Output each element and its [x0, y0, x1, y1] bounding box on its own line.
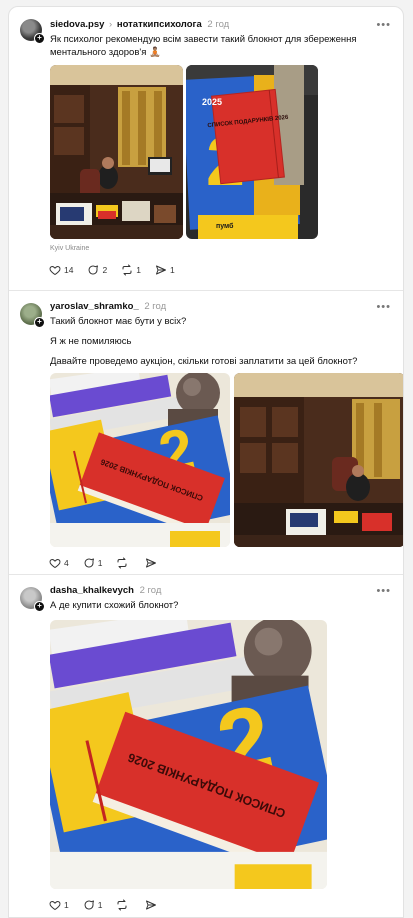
- chevron-right-icon: ›: [109, 19, 113, 30]
- office-desk-photo[interactable]: [234, 373, 403, 547]
- username[interactable]: siedova.psy: [50, 19, 104, 30]
- comment-icon: [89, 265, 99, 275]
- repost-button[interactable]: [116, 899, 131, 911]
- like-button[interactable]: 1: [49, 899, 69, 911]
- office-desk-illustration: [234, 373, 403, 547]
- plus-icon[interactable]: +: [34, 317, 45, 328]
- post-2: + yaroslav_shramko_ 2 год ••• Такий блок…: [9, 291, 403, 575]
- post-1: + siedova.psy › нотаткипсихолога 2 год •…: [9, 7, 403, 291]
- like-button[interactable]: 4: [49, 557, 69, 569]
- repost-count: 1: [136, 265, 141, 275]
- avatar[interactable]: +: [20, 303, 45, 328]
- red-notebook-closeup[interactable]: 2 СПИСОК ПОДАРУНКІВ 2026: [50, 620, 327, 889]
- share-button[interactable]: 1: [155, 264, 175, 276]
- share-button[interactable]: [145, 557, 160, 569]
- like-count: 1: [64, 900, 69, 910]
- like-count: 14: [64, 265, 74, 275]
- username[interactable]: yaroslav_shramko_: [50, 301, 139, 312]
- repost-icon: [122, 264, 132, 276]
- reply-button[interactable]: 1: [83, 557, 103, 569]
- comment-icon: [84, 558, 94, 568]
- location-label[interactable]: Kyiv Ukraine: [50, 245, 89, 252]
- post-header: dasha_khalkevych 2 год •••: [50, 583, 393, 599]
- red-notebook-closeup[interactable]: 2 СПИСОК ПОДАРУНКІВ 2026: [50, 373, 230, 547]
- post-line-1: Такий блокнот має бути у всіх?: [50, 316, 187, 327]
- send-icon: [146, 900, 157, 910]
- like-count: 4: [64, 558, 69, 568]
- more-icon[interactable]: •••: [376, 583, 391, 599]
- timestamp: 2 год: [207, 19, 230, 30]
- reply-button[interactable]: 1: [83, 899, 103, 911]
- notebook-closeup-illustration: 2 СПИСОК ПОДАРУНКІВ 2026: [50, 373, 230, 547]
- action-bar: 4 1: [49, 556, 174, 570]
- topic-tag[interactable]: нотаткипсихолога: [117, 19, 202, 30]
- repost-button[interactable]: 1: [121, 264, 141, 276]
- send-icon: [146, 558, 157, 568]
- share-button[interactable]: [145, 899, 160, 911]
- timestamp: 2 год: [144, 301, 167, 312]
- office-desk-illustration: [50, 65, 183, 239]
- avatar[interactable]: +: [20, 19, 45, 44]
- notebook-closeup-illustration: 2 СПИСОК ПОДАРУНКІВ 2026: [50, 620, 327, 889]
- reply-count: 1: [97, 558, 103, 568]
- year-badge: 2025: [202, 97, 222, 107]
- red-notebook-photo[interactable]: 2 2025 СПИСОК ПОДАРУНКІВ 2026 пумб: [186, 65, 318, 239]
- repost-icon: [117, 557, 127, 569]
- post-header: yaroslav_shramko_ 2 год •••: [50, 299, 393, 315]
- post-line-3: Давайте проведемо аукціон, скільки готов…: [50, 356, 358, 367]
- share-count: 1: [169, 265, 175, 275]
- repost-icon: [117, 899, 127, 911]
- post-line-2: Я ж не помиляюсь: [50, 336, 132, 347]
- repost-button[interactable]: [116, 557, 131, 569]
- action-bar: 1 1: [49, 898, 174, 912]
- post-text: Як психолог рекомендую всім завести таки…: [50, 34, 357, 58]
- more-icon[interactable]: •••: [376, 17, 391, 33]
- post-header: siedova.psy › нотаткипсихолога 2 год •••: [50, 17, 393, 33]
- more-icon[interactable]: •••: [376, 299, 391, 315]
- plus-icon[interactable]: +: [34, 601, 45, 612]
- office-desk-photo[interactable]: [50, 65, 183, 239]
- reply-count: 1: [97, 900, 103, 910]
- timestamp: 2 год: [139, 585, 162, 596]
- reply-button[interactable]: 2: [87, 264, 107, 276]
- plus-icon[interactable]: +: [34, 33, 45, 44]
- avatar[interactable]: +: [20, 587, 45, 612]
- feed-panel: + siedova.psy › нотаткипсихолога 2 год •…: [8, 6, 404, 918]
- action-bar: 14 2 1 1: [49, 263, 189, 277]
- send-icon: [155, 265, 166, 275]
- notebook-illustration: 2 2025 СПИСОК ПОДАРУНКІВ 2026 пумб: [186, 65, 318, 239]
- reply-count: 2: [102, 265, 108, 275]
- heart-icon: [49, 558, 61, 569]
- bank-logo: пумб: [216, 222, 234, 230]
- heart-icon: [49, 265, 61, 276]
- username[interactable]: dasha_khalkevych: [50, 585, 134, 596]
- post-3: + dasha_khalkevych 2 год ••• А де купити…: [9, 575, 403, 915]
- like-button[interactable]: 14: [49, 264, 73, 276]
- post-text: А де купити схожий блокнот?: [50, 600, 179, 611]
- comment-icon: [84, 900, 94, 910]
- heart-icon: [49, 900, 61, 911]
